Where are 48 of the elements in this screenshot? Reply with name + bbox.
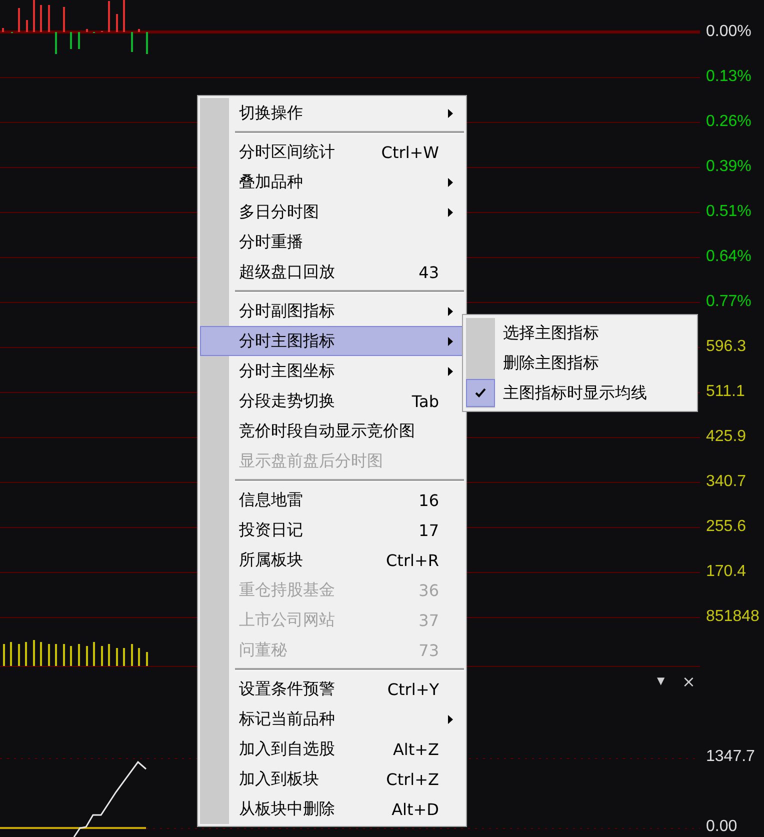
menu-item[interactable]: 信息地雷 16	[200, 485, 464, 515]
submenu-arrow-icon	[448, 178, 453, 187]
menu-item[interactable]: 分时主图坐标	[200, 356, 464, 386]
axis-label: 340.7	[706, 472, 746, 492]
axis-label: 0.64%	[706, 247, 752, 267]
menu-item[interactable]: 超级盘口回放 43	[200, 257, 464, 287]
axis-label: 255.6	[706, 517, 746, 537]
submenu-arrow-icon	[448, 715, 453, 724]
menu-item[interactable]: 分时区间统计 Ctrl+W	[200, 137, 464, 167]
submenu-arrow-icon	[448, 337, 453, 346]
axis-label: 511.1	[706, 382, 745, 402]
menu-item[interactable]: 切换操作	[200, 98, 464, 128]
menu-item[interactable]: 标记当前品种	[200, 704, 464, 734]
axis-label: 0.13%	[706, 67, 752, 87]
menu-item[interactable]: 加入到板块 Ctrl+Z	[200, 764, 464, 794]
menu-item[interactable]: 投资日记 17	[200, 515, 464, 545]
submenu-arrow-icon	[448, 307, 453, 316]
menu-item[interactable]: 主图指标时显示均线	[466, 378, 694, 408]
menu-item[interactable]: 选择主图指标	[466, 318, 694, 348]
menu-item[interactable]: 从板块中删除 Alt+D	[200, 794, 464, 824]
menu-item[interactable]: 删除主图指标	[466, 348, 694, 378]
submenu-arrow-icon	[448, 109, 453, 118]
axis-label: 425.9	[706, 427, 746, 447]
menu-item[interactable]: 叠加品种	[200, 167, 464, 197]
submenu-arrow-icon	[448, 367, 453, 376]
axis-label: 0.39%	[706, 157, 752, 177]
submenu-arrow-icon	[448, 208, 453, 217]
axis-label: 596.3	[706, 337, 746, 357]
menu-item[interactable]: 分段走势切换 Tab	[200, 386, 464, 416]
axis-label: 170.4	[706, 562, 746, 582]
axis-label: 0.77%	[706, 292, 752, 312]
menu-item[interactable]: 加入到自选股 Alt+Z	[200, 734, 464, 764]
axis-label: 851848	[706, 607, 760, 627]
menu-item[interactable]: 分时主图指标	[200, 326, 464, 356]
close-button[interactable]: ×	[682, 674, 696, 690]
axis-label: 1347.7	[706, 747, 755, 767]
menu-item[interactable]: 分时副图指标	[200, 296, 464, 326]
checkmark-icon	[475, 388, 486, 398]
menu-item[interactable]: 所属板块 Ctrl+R	[200, 545, 464, 575]
menu-item[interactable]: 设置条件预警 Ctrl+Y	[200, 674, 464, 704]
axis-label: 0.26%	[706, 112, 752, 132]
axis-label: 0.51%	[706, 202, 752, 222]
menu-item[interactable]: 分时重播	[200, 227, 464, 257]
panel-menu-button[interactable]: ▼	[657, 674, 665, 690]
menu-item[interactable]: 多日分时图	[200, 197, 464, 227]
axis-label: 0.00%	[706, 22, 752, 42]
axis-label: 0.00	[706, 817, 738, 837]
menu-item[interactable]: 竞价时段自动显示竞价图	[200, 416, 464, 446]
